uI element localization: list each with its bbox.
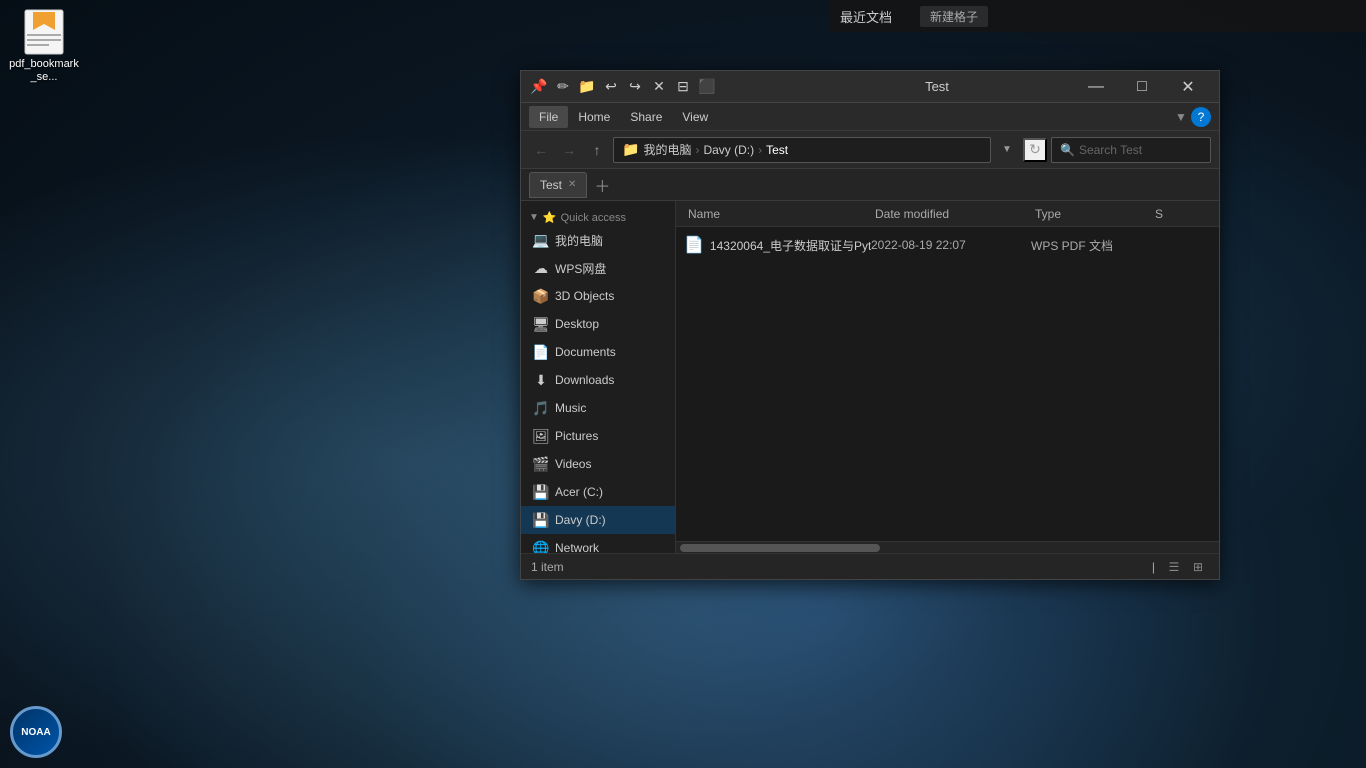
delete-icon[interactable]: ✕ <box>649 77 669 97</box>
breadcrumb-davy[interactable]: Davy (D:) <box>703 143 754 157</box>
top-bar: 最近文档 新建格子 <box>830 0 1366 32</box>
sidebar-item-acer-c[interactable]: 💾 Acer (C:) <box>521 478 675 506</box>
title-bar: 📌 ✏ 📁 ↩ ↪ ✕ ⊟ ⬛ Test — □ ✕ <box>521 71 1219 103</box>
tab-add-button[interactable]: ＋ <box>591 174 613 196</box>
tab-label: Test <box>540 178 562 192</box>
window-title: Test <box>801 79 1073 94</box>
edit-icon[interactable]: ✏ <box>553 77 573 97</box>
file-date-cell: 2022-08-19 22:07 <box>871 238 1031 252</box>
col-modified-header[interactable]: Date modified <box>871 207 1031 221</box>
menu-file[interactable]: File <box>529 106 568 128</box>
acer-c-icon: 💾 <box>533 484 549 500</box>
file-area: Name Date modified Type S 📄 14320064_电子数… <box>676 201 1219 553</box>
table-row[interactable]: 📄 14320064_电子数据取证与Python方法.... 2022-08-1… <box>676 231 1219 259</box>
new-grid-button[interactable]: 新建格子 <box>920 6 988 27</box>
layout-icon[interactable]: ⊟ <box>673 77 693 97</box>
breadcrumb-test[interactable]: Test <box>766 143 788 157</box>
col-name-header[interactable]: Name <box>684 207 871 221</box>
sidebar-item-my-computer[interactable]: 💻 我的电脑 <box>521 226 675 254</box>
content-area: ▼ ⭐ Quick access 💻 我的电脑 ☁ WPS网盘 📦 3D Obj… <box>521 201 1219 553</box>
desktop-icon-nav: 🖥 <box>533 316 549 332</box>
my-computer-icon: 💻 <box>533 232 549 248</box>
sidebar-item-wps[interactable]: ☁ WPS网盘 <box>521 254 675 282</box>
forward-button[interactable]: → <box>557 138 581 162</box>
menu-share[interactable]: Share <box>620 106 672 128</box>
sidebar-item-downloads[interactable]: ⬇ Downloads <box>521 366 675 394</box>
davy-d-icon: 💾 <box>533 512 549 528</box>
sidebar-item-music[interactable]: 🎵 Music <box>521 394 675 422</box>
downloads-icon: ⬇ <box>533 372 549 388</box>
horizontal-scrollbar[interactable] <box>676 541 1219 553</box>
sidebar-item-documents[interactable]: 📄 Documents <box>521 338 675 366</box>
close-button[interactable]: ✕ <box>1165 71 1211 103</box>
menu-view[interactable]: View <box>672 106 718 128</box>
undo-icon[interactable]: ↩ <box>601 77 621 97</box>
col-size-header[interactable]: S <box>1151 207 1211 221</box>
topbar-title: 最近文档 <box>840 7 892 26</box>
tab-bar: Test ✕ ＋ <box>521 169 1219 201</box>
file-list: 📄 14320064_电子数据取证与Python方法.... 2022-08-1… <box>676 227 1219 541</box>
search-icon: 🔍 <box>1060 143 1075 157</box>
menu-bar: File Home Share View ▼ ? <box>521 103 1219 131</box>
pin-icon[interactable]: 📌 <box>529 77 549 97</box>
file-type-cell: WPS PDF 文档 <box>1031 237 1151 254</box>
videos-icon: 🎬 <box>533 456 549 472</box>
refresh-button[interactable]: ↻ <box>1023 138 1047 162</box>
pdf-bookmark-icon <box>20 8 68 56</box>
music-icon: 🎵 <box>533 400 549 416</box>
desktop-icon-label: pdf_bookmark_se... <box>8 58 80 84</box>
sidebar-item-3d-objects[interactable]: 📦 3D Objects <box>521 282 675 310</box>
network-icon: 🌐 <box>533 540 549 553</box>
col-type-header[interactable]: Type <box>1031 207 1151 221</box>
wps-icon: ☁ <box>533 260 549 276</box>
file-name-cell: 📄 14320064_电子数据取证与Python方法.... <box>684 235 871 255</box>
view-toggle-buttons: ☰ ⊞ <box>1163 558 1209 576</box>
grid-view-button[interactable]: ⊞ <box>1187 558 1209 576</box>
quick-access-icon: ⭐ <box>543 211 557 224</box>
column-headers: Name Date modified Type S <box>676 201 1219 227</box>
address-bar: ← → ↑ 📁 我的电脑 › Davy (D:) › Test ▼ ↻ 🔍 Se… <box>521 131 1219 169</box>
desktop-icon-pdf-bookmark[interactable]: pdf_bookmark_se... <box>8 8 80 84</box>
3d-objects-icon: 📦 <box>533 288 549 304</box>
maximize-button[interactable]: □ <box>1119 71 1165 103</box>
status-separator: | <box>1152 560 1155 574</box>
back-button[interactable]: ← <box>529 138 553 162</box>
up-button[interactable]: ↑ <box>585 138 609 162</box>
sidebar-item-davy-d[interactable]: 💾 Davy (D:) <box>521 506 675 534</box>
sidebar-item-videos[interactable]: 🎬 Videos <box>521 450 675 478</box>
title-bar-icons: 📌 ✏ 📁 ↩ ↪ ✕ ⊟ ⬛ <box>529 77 801 97</box>
search-box[interactable]: 🔍 Search Test <box>1051 137 1211 163</box>
search-placeholder: Search Test <box>1079 143 1142 157</box>
breadcrumb: 📁 我的电脑 › Davy (D:) › Test <box>613 137 991 163</box>
status-item-count: 1 item <box>531 560 1144 574</box>
sidebar-item-desktop[interactable]: 🖥 Desktop <box>521 310 675 338</box>
scrollbar-thumb[interactable] <box>680 544 880 552</box>
noaa-badge: NOAA <box>10 706 62 758</box>
documents-icon: 📄 <box>533 344 549 360</box>
redo-icon[interactable]: ↪ <box>625 77 645 97</box>
dropdown-button[interactable]: ▼ <box>995 138 1019 162</box>
quick-access-header: ▼ ⭐ Quick access <box>521 205 675 226</box>
expand-icon[interactable]: ⬛ <box>697 77 717 97</box>
tab-test[interactable]: Test ✕ <box>529 172 587 198</box>
pictures-icon: 🖼 <box>533 428 549 444</box>
sidebar: ▼ ⭐ Quick access 💻 我的电脑 ☁ WPS网盘 📦 3D Obj… <box>521 201 676 553</box>
list-view-button[interactable]: ☰ <box>1163 558 1185 576</box>
menu-home[interactable]: Home <box>568 106 620 128</box>
explorer-window: 📌 ✏ 📁 ↩ ↪ ✕ ⊟ ⬛ Test — □ ✕ File Home Sha… <box>520 70 1220 580</box>
tab-close-button[interactable]: ✕ <box>568 179 576 190</box>
minimize-button[interactable]: — <box>1073 71 1119 103</box>
folder-icon[interactable]: 📁 <box>577 77 597 97</box>
help-button[interactable]: ? <box>1191 107 1211 127</box>
title-bar-controls: — □ ✕ <box>1073 71 1211 103</box>
sidebar-item-pictures[interactable]: 🖼 Pictures <box>521 422 675 450</box>
file-pdf-icon: 📄 <box>684 235 704 255</box>
breadcrumb-mypc[interactable]: 我的电脑 <box>643 141 691 158</box>
sidebar-item-network[interactable]: 🌐 Network <box>521 534 675 553</box>
expand-ribbon-icon[interactable]: ▼ <box>1171 107 1191 127</box>
status-bar: 1 item | ☰ ⊞ <box>521 553 1219 579</box>
